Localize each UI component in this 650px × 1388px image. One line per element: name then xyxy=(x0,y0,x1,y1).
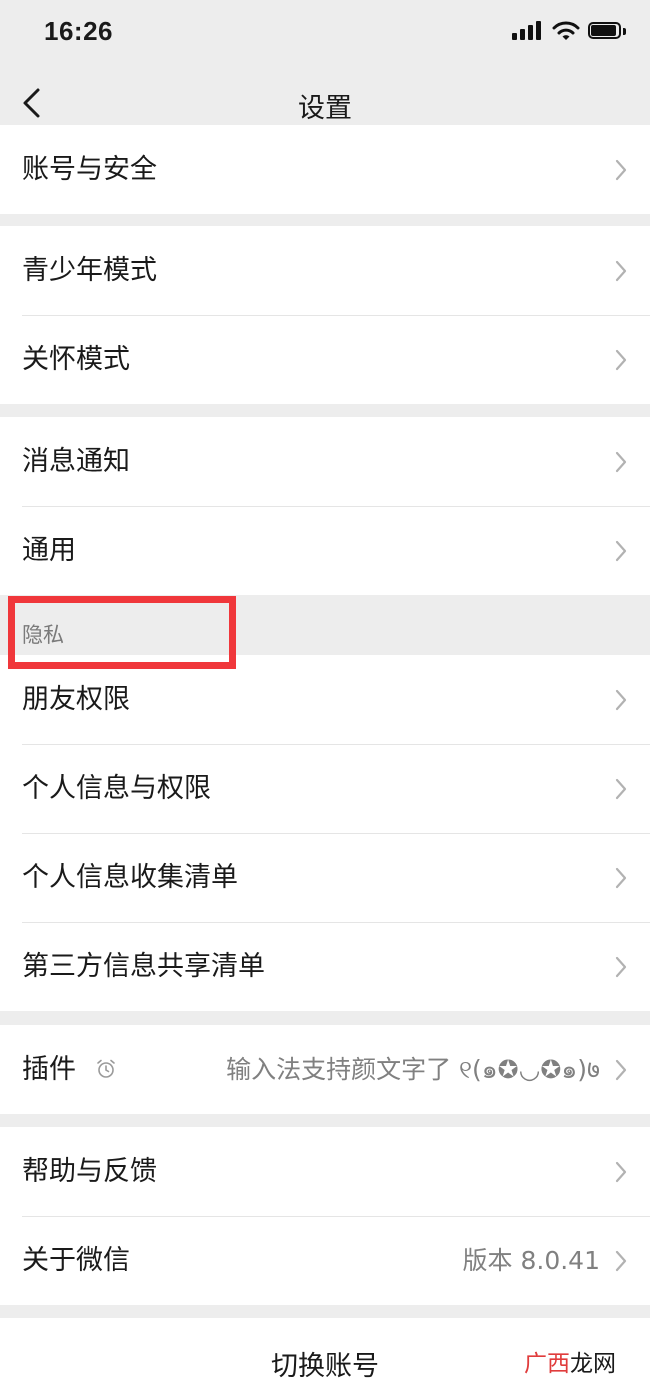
settings-item-label: 个人信息收集清单 xyxy=(22,862,238,893)
chevron-right-icon xyxy=(615,540,627,562)
settings-item-label: 关于微信 xyxy=(22,1245,130,1276)
privacy-group: 朋友权限 个人信息与权限 个人信息收集清单 第三方信息共享清单 xyxy=(0,655,650,1011)
watermark: 广西龙网 xyxy=(524,1344,616,1378)
status-time: 16:26 xyxy=(44,16,113,46)
chevron-right-icon xyxy=(615,956,627,978)
settings-item-general[interactable]: 通用 xyxy=(0,506,650,595)
settings-item-youth-mode[interactable]: 青少年模式 xyxy=(0,226,650,315)
version-text: 版本 8.0.41 xyxy=(462,1246,600,1275)
chevron-right-icon xyxy=(615,1161,627,1183)
settings-item-about-wechat[interactable]: 关于微信 版本 8.0.41 xyxy=(0,1216,650,1305)
chevron-right-icon xyxy=(615,260,627,282)
settings-item-notifications[interactable]: 消息通知 xyxy=(0,417,650,506)
settings-item-label: 青少年模式 xyxy=(22,255,157,286)
chevron-right-icon xyxy=(615,867,627,889)
settings-item-third-party-sharing[interactable]: 第三方信息共享清单 xyxy=(0,922,650,1011)
status-bar: 16:26 xyxy=(0,0,650,64)
chevron-right-icon xyxy=(615,349,627,371)
page-title: 设置 xyxy=(298,93,352,124)
settings-item-personal-info-collection[interactable]: 个人信息收集清单 xyxy=(0,833,650,922)
settings-item-label: 帮助与反馈 xyxy=(22,1156,157,1187)
settings-item-label: 插件 xyxy=(22,1054,76,1085)
plugins-group: 插件 输入法支持颜文字了 ୧(๑✪◡✪๑)७ xyxy=(0,1025,650,1114)
settings-item-label: 关怀模式 xyxy=(22,344,130,375)
settings-item-label: 第三方信息共享清单 xyxy=(22,951,265,982)
plugins-detail: 输入法支持颜文字了 ୧(๑✪◡✪๑)७ xyxy=(226,1055,600,1084)
settings-item-label: 账号与安全 xyxy=(22,154,157,185)
settings-item-personal-info-permissions[interactable]: 个人信息与权限 xyxy=(0,744,650,833)
signal-icon xyxy=(512,20,544,42)
modes-group: 青少年模式 关怀模式 xyxy=(0,226,650,404)
watermark-part-a: 广西 xyxy=(524,1351,570,1377)
battery-icon xyxy=(588,20,628,42)
chevron-right-icon xyxy=(615,1059,627,1081)
chevron-right-icon xyxy=(615,778,627,800)
chevron-right-icon xyxy=(615,451,627,473)
settings-item-help-feedback[interactable]: 帮助与反馈 xyxy=(0,1127,650,1216)
wifi-icon xyxy=(552,20,580,42)
account-group: 账号与安全 xyxy=(0,125,650,214)
chevron-right-icon xyxy=(615,159,627,181)
settings-item-care-mode[interactable]: 关怀模式 xyxy=(0,315,650,404)
highlight-box xyxy=(8,596,236,669)
alarm-clock-icon xyxy=(97,1059,115,1078)
settings-item-label: 个人信息与权限 xyxy=(22,773,211,804)
general-group: 消息通知 通用 xyxy=(0,417,650,595)
settings-item-label: 通用 xyxy=(22,535,76,566)
watermark-part-b: 龙网 xyxy=(570,1351,616,1377)
chevron-right-icon xyxy=(615,1250,627,1272)
settings-item-plugins[interactable]: 插件 输入法支持颜文字了 ୧(๑✪◡✪๑)७ xyxy=(0,1025,650,1114)
help-about-group: 帮助与反馈 关于微信 版本 8.0.41 xyxy=(0,1127,650,1305)
settings-item-account-security[interactable]: 账号与安全 xyxy=(0,125,650,214)
chevron-right-icon xyxy=(615,689,627,711)
settings-item-label: 消息通知 xyxy=(22,446,130,477)
